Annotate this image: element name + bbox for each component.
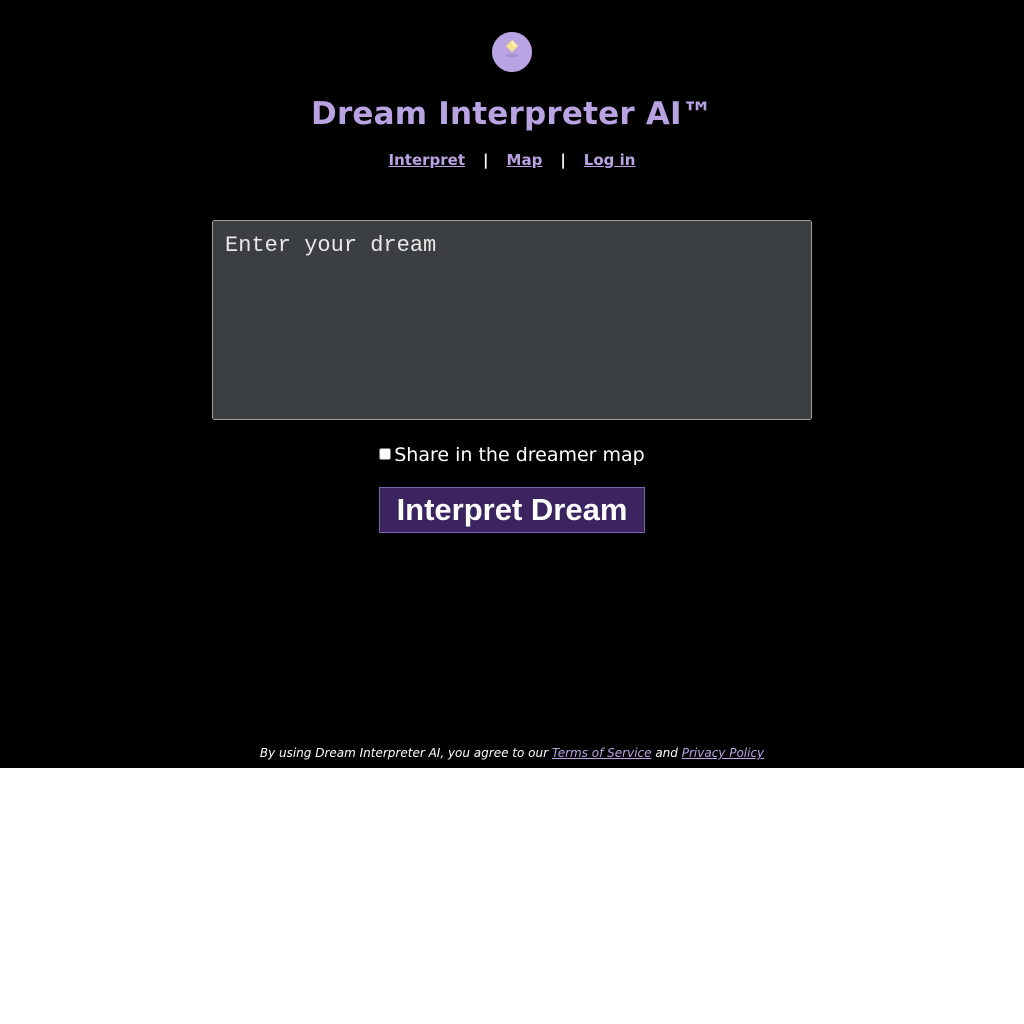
footer-notice: By using Dream Interpreter AI, you agree… [0, 744, 1024, 762]
nav-link-interpret[interactable]: Interpret [389, 151, 465, 169]
share-option: Share in the dreamer map [0, 442, 1024, 468]
footer-prefix: By using Dream Interpreter AI, you agree… [259, 746, 552, 760]
dream-input[interactable] [212, 220, 812, 420]
nav-link-map[interactable]: Map [507, 151, 543, 169]
terms-of-service-link[interactable]: Terms of Service [552, 746, 652, 760]
share-label: Share in the dreamer map [394, 444, 645, 466]
page-title: Dream Interpreter AI™ [311, 96, 713, 132]
footer-conjunction: and [651, 746, 682, 760]
nav-separator: | [560, 151, 566, 169]
app-container: Dream Interpreter AI™ Interpret | Map | Log … [0, 0, 1024, 768]
privacy-policy-link[interactable]: Privacy Policy [682, 746, 764, 760]
nav-link-login[interactable]: Log in [584, 151, 636, 169]
share-checkbox[interactable] [379, 448, 392, 460]
crystal-ball-icon [492, 32, 532, 72]
nav-separator: | [483, 151, 489, 169]
interpret-dream-button[interactable]: Interpret Dream [379, 487, 645, 533]
main-nav: Interpret | Map | Log in [0, 148, 1024, 172]
